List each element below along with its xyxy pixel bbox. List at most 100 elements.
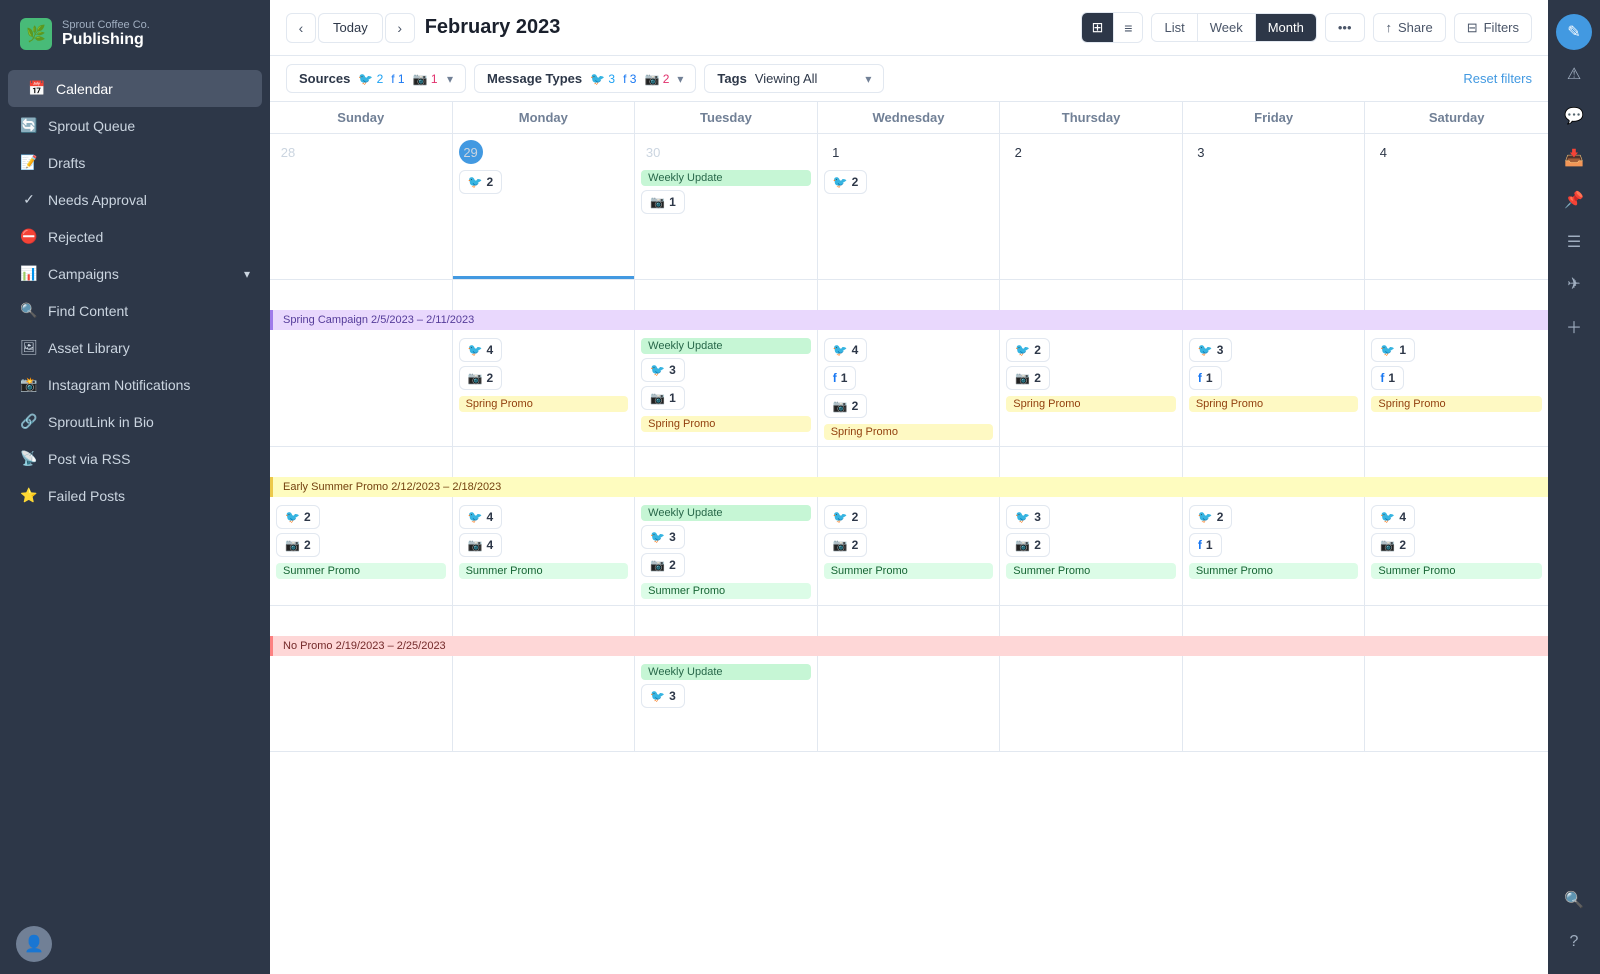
messages-button[interactable]: 💬 <box>1556 98 1592 134</box>
instagram-post-badge[interactable]: 📷 2 <box>824 533 868 557</box>
cal-cell-24[interactable]: 24 <box>1183 606 1366 751</box>
cal-cell-6[interactable]: 6 🐦 4 📷 2 Spring Promo <box>453 280 636 446</box>
send-button[interactable]: ✈ <box>1556 266 1592 302</box>
sidebar-item-campaigns[interactable]: 📊 Campaigns ▾ <box>0 255 270 292</box>
instagram-post-badge[interactable]: 📷 2 <box>1006 366 1050 390</box>
sidebar-item-instagram-notifications[interactable]: 📸 Instagram Notifications <box>0 366 270 403</box>
cal-cell-1[interactable]: 1 🐦 2 <box>818 134 1001 279</box>
week-view-tab[interactable]: Week <box>1197 14 1255 41</box>
twitter-post-badge[interactable]: 🐦 3 <box>641 358 685 382</box>
facebook-post-badge[interactable]: f 1 <box>1371 366 1404 390</box>
sidebar-item-needs-approval[interactable]: ✓ Needs Approval <box>0 181 270 218</box>
twitter-post-badge[interactable]: 🐦 1 <box>1371 338 1415 362</box>
cal-cell-2[interactable]: 2 <box>1000 134 1183 279</box>
cal-cell-5[interactable]: 5 <box>270 280 453 446</box>
cal-cell-4[interactable]: 4 <box>1365 134 1548 279</box>
instagram-post-badge[interactable]: 📷 1 <box>641 386 685 410</box>
cal-cell-14[interactable]: 14 Weekly Update 🐦 3 📷 2 Summer Promo <box>635 447 818 605</box>
twitter-post-badge[interactable]: 🐦 2 <box>459 170 503 194</box>
message-types-filter[interactable]: Message Types 🐦 3 f 3 📷 2 ▾ <box>474 64 696 93</box>
cal-cell-16[interactable]: 16 🐦 3 📷 2 Summer Promo <box>1000 447 1183 605</box>
inbox-button[interactable]: 📥 <box>1556 140 1592 176</box>
twitter-post-badge[interactable]: 🐦 2 <box>276 505 320 529</box>
cal-cell-9[interactable]: 9 🐦 2 📷 2 Spring Promo <box>1000 280 1183 446</box>
twitter-post-badge[interactable]: 🐦 2 <box>824 505 868 529</box>
facebook-post-badge[interactable]: f 1 <box>1189 533 1222 557</box>
twitter-post-badge[interactable]: 🐦 2 <box>1189 505 1233 529</box>
cal-cell-8[interactable]: 8 🐦 4 f 1 📷 2 Spring Promo <box>818 280 1001 446</box>
twitter-post-badge[interactable]: 🐦 4 <box>459 505 503 529</box>
cal-cell-7[interactable]: 7 Weekly Update 🐦 3 📷 1 Spring Promo <box>635 280 818 446</box>
search-button[interactable]: 🔍 <box>1556 882 1592 918</box>
facebook-post-badge[interactable]: f 1 <box>1189 366 1222 390</box>
twitter-post-badge[interactable]: 🐦 3 <box>1189 338 1233 362</box>
instagram-post-badge[interactable]: 📷 2 <box>641 553 685 577</box>
sidebar-item-find-content[interactable]: 🔍 Find Content <box>0 292 270 329</box>
instagram-post-badge[interactable]: 📷 2 <box>824 394 868 418</box>
cal-cell-10[interactable]: 10 🐦 3 f 1 Spring Promo <box>1183 280 1366 446</box>
tasks-button[interactable]: ☰ <box>1556 224 1592 260</box>
instagram-post-badge[interactable]: 📷 4 <box>459 533 503 557</box>
pin-button[interactable]: 📌 <box>1556 182 1592 218</box>
cal-cell-23[interactable]: 23 <box>1000 606 1183 751</box>
grid-view-button[interactable]: ⊞ <box>1082 13 1114 42</box>
sidebar-item-rejected[interactable]: ⛔ Rejected <box>0 218 270 255</box>
cal-cell-22[interactable]: 22 <box>818 606 1001 751</box>
instagram-post-badge[interactable]: 📷 2 <box>1006 533 1050 557</box>
user-avatar-area[interactable]: 👤 <box>0 914 270 974</box>
cal-cell-3[interactable]: 3 <box>1183 134 1366 279</box>
twitter-post-badge[interactable]: 🐦 3 <box>1006 505 1050 529</box>
sidebar-item-post-via-rss[interactable]: 📡 Post via RSS <box>0 440 270 477</box>
cal-cell-11[interactable]: 11 🐦 1 f 1 Spring Promo <box>1365 280 1548 446</box>
twitter-post-badge[interactable]: 🐦 3 <box>641 684 685 708</box>
prev-button[interactable]: ‹ <box>286 13 316 43</box>
instagram-post-badge[interactable]: 📷 2 <box>459 366 503 390</box>
alert-button[interactable]: ⚠ <box>1556 56 1592 92</box>
cal-cell-12[interactable]: 12 🐦 2 📷 2 Summer Promo <box>270 447 453 605</box>
compose-button[interactable]: ✎ <box>1556 14 1592 50</box>
sidebar-item-calendar[interactable]: 📅 Calendar <box>8 70 262 107</box>
twitter-post-badge[interactable]: 🐦 4 <box>824 338 868 362</box>
cal-cell-17[interactable]: 17 🐦 2 f 1 Summer Promo <box>1183 447 1366 605</box>
month-view-tab[interactable]: Month <box>1255 14 1316 41</box>
cal-cell-18[interactable]: 18 🐦 4 📷 2 Summer Promo <box>1365 447 1548 605</box>
sidebar-item-drafts[interactable]: 📝 Drafts <box>0 144 270 181</box>
twitter-post-badge[interactable]: 🐦 3 <box>641 525 685 549</box>
help-button[interactable]: ? <box>1556 924 1592 960</box>
cal-cell-13[interactable]: 13 🐦 4 📷 4 Summer Promo <box>453 447 636 605</box>
cal-cell-25[interactable]: 25 <box>1365 606 1548 751</box>
twitter-post-badge[interactable]: 🐦 4 <box>459 338 503 362</box>
filters-button[interactable]: ⊟ Filters <box>1454 13 1532 43</box>
instagram-post-badge[interactable]: 📷 2 <box>276 533 320 557</box>
weekly-update-event[interactable]: Weekly Update <box>641 664 811 680</box>
sidebar-item-sproutlink-in-bio[interactable]: 🔗 SproutLink in Bio <box>0 403 270 440</box>
facebook-post-badge[interactable]: f 1 <box>824 366 857 390</box>
twitter-post-badge[interactable]: 🐦 4 <box>1371 505 1415 529</box>
cal-cell-28[interactable]: 28 <box>270 134 453 279</box>
weekly-update-event[interactable]: Weekly Update <box>641 505 811 521</box>
weekly-update-event[interactable]: Weekly Update <box>641 338 811 354</box>
instagram-post-badge[interactable]: 📷 1 <box>641 190 685 214</box>
cal-cell-29[interactable]: 29 🐦 2 <box>453 134 636 279</box>
cal-cell-21[interactable]: 21 Weekly Update 🐦 3 <box>635 606 818 751</box>
twitter-post-badge[interactable]: 🐦 2 <box>1006 338 1050 362</box>
tags-filter[interactable]: Tags Viewing All ▾ <box>704 64 884 93</box>
sources-filter[interactable]: Sources 🐦 2 f 1 📷 1 ▾ <box>286 64 466 93</box>
weekly-update-event[interactable]: Weekly Update <box>641 170 811 186</box>
sidebar-item-sprout-queue[interactable]: 🔄 Sprout Queue <box>0 107 270 144</box>
more-button[interactable]: ••• <box>1325 13 1365 42</box>
list-view-tab[interactable]: List <box>1152 14 1196 41</box>
cal-cell-19[interactable]: 19 <box>270 606 453 751</box>
list-view-button[interactable]: ≡ <box>1113 13 1142 42</box>
add-button[interactable]: ＋ <box>1556 308 1592 344</box>
sidebar-item-failed-posts[interactable]: ⭐ Failed Posts <box>0 477 270 514</box>
today-button[interactable]: Today <box>318 13 383 43</box>
cal-cell-15[interactable]: 15 🐦 2 📷 2 Summer Promo <box>818 447 1001 605</box>
cal-cell-20[interactable]: 20 <box>453 606 636 751</box>
next-button[interactable]: › <box>385 13 415 43</box>
cal-cell-30[interactable]: 30 Weekly Update 📷 1 <box>635 134 818 279</box>
sidebar-item-asset-library[interactable]: 🖼 Asset Library <box>0 329 270 366</box>
share-button[interactable]: ↑ Share <box>1373 13 1446 42</box>
instagram-post-badge[interactable]: 📷 2 <box>1371 533 1415 557</box>
twitter-post-badge[interactable]: 🐦 2 <box>824 170 868 194</box>
